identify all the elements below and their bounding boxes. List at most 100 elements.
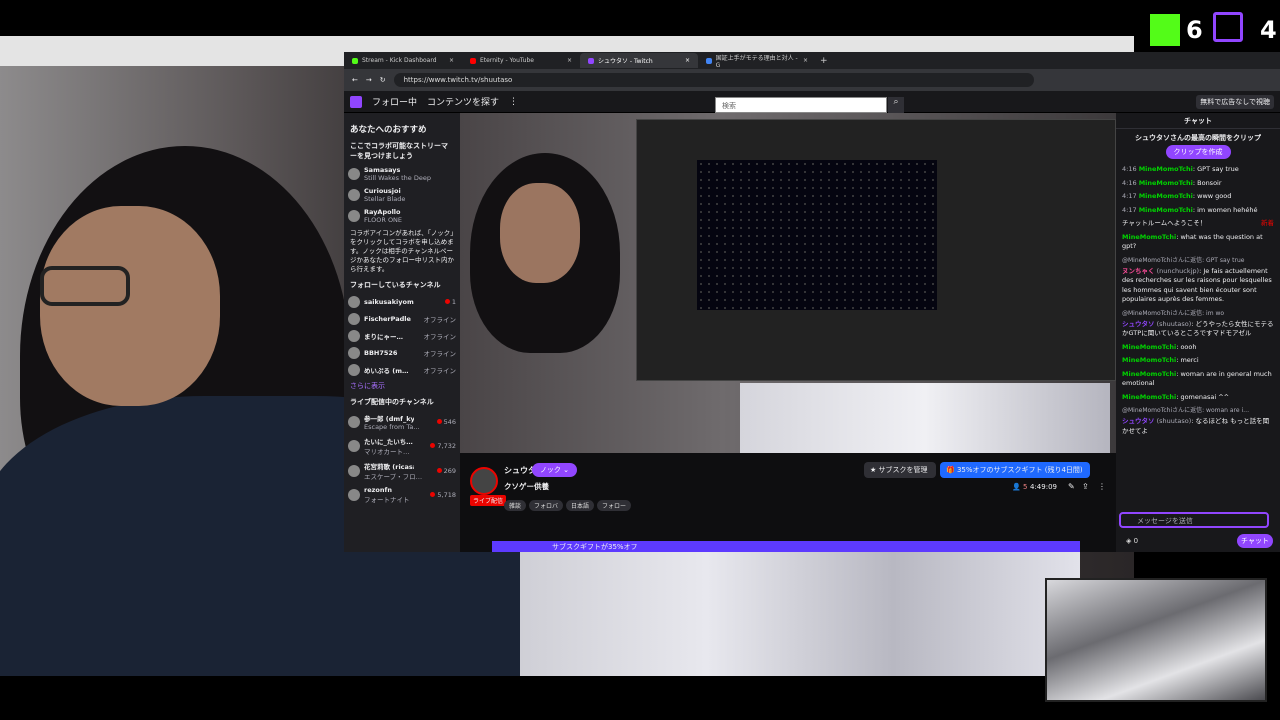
twitch-logo-icon[interactable] bbox=[350, 95, 362, 108]
video-bed bbox=[740, 383, 1110, 453]
sidebar-item-live[interactable]: 花宮莉歌 (ricasa… エスケープ・フロ… 269 bbox=[348, 461, 456, 481]
channel-name: rezonfn bbox=[364, 486, 392, 494]
channel-name: まりにゃー… bbox=[364, 333, 403, 341]
avatar bbox=[348, 210, 360, 222]
nav-browse[interactable]: コンテンツを探す bbox=[427, 95, 499, 108]
username[interactable]: MineMomoTchi bbox=[1139, 179, 1193, 187]
chat-message: 4:17 MineMomoTchi: im women hehéhé bbox=[1116, 204, 1280, 218]
username[interactable]: MineMomoTchi bbox=[1139, 192, 1193, 200]
tab-label: シュウタソ - Twitch bbox=[598, 58, 653, 65]
username[interactable]: MineMomoTchi bbox=[1122, 343, 1176, 351]
chat-message: MineMomoTchi: gomenasai ^^ bbox=[1116, 391, 1280, 405]
tag[interactable]: 雑談 bbox=[504, 500, 527, 511]
username[interactable]: MineMomoTchi bbox=[1122, 356, 1176, 364]
knock-button[interactable]: ノック ⌄ bbox=[532, 463, 577, 477]
reply-context[interactable]: @MineMomoTchiさんに返信: im wo bbox=[1116, 307, 1280, 318]
collab-channel[interactable]: Samasays Still Wakes the Deep bbox=[348, 166, 456, 182]
welcome-message: チャットルームへようこそ！ bbox=[1122, 219, 1207, 227]
close-icon[interactable]: × bbox=[567, 57, 572, 64]
tab-strip: Stream - Kick Dashboard × Eternity - YouT… bbox=[344, 52, 1280, 69]
sidebar-item-live[interactable]: rezonfn フォートナイト 5,718 bbox=[348, 486, 456, 504]
more-icon[interactable]: ⋮ bbox=[509, 97, 518, 107]
viewer-count: 269 bbox=[443, 467, 456, 475]
channel-avatar[interactable] bbox=[470, 467, 498, 495]
username[interactable]: ヌンちゃく bbox=[1122, 267, 1155, 275]
close-icon[interactable]: × bbox=[685, 57, 690, 64]
google-favicon-icon bbox=[706, 57, 712, 64]
username[interactable]: MineMomoTchi bbox=[1139, 165, 1193, 173]
tab-google[interactable]: 国証上手がモテる理由と対人 - G × bbox=[698, 53, 816, 69]
sidebar-item-live[interactable]: たいに_たいち… マリオカート… 7,732 bbox=[348, 436, 456, 456]
chat-send-button[interactable]: チャット bbox=[1237, 534, 1273, 548]
avatar bbox=[348, 168, 360, 180]
collab-channel[interactable]: RayApollo FLOOR ONE bbox=[348, 208, 456, 224]
search-icon[interactable]: ⌕ bbox=[888, 97, 904, 113]
video-player[interactable] bbox=[460, 113, 1116, 453]
close-icon[interactable]: × bbox=[803, 57, 808, 64]
url-input[interactable]: https://www.twitch.tv/shuutaso bbox=[393, 73, 1034, 87]
reload-icon[interactable]: ↻ bbox=[380, 76, 386, 84]
sidebar-item-following[interactable]: まりにゃー… オフライン bbox=[348, 330, 456, 342]
tab-label: Eternity - YouTube bbox=[480, 57, 534, 64]
gift-sub-button[interactable]: 🎁 35%オフのサブスクギフト (残り4日間) bbox=[940, 462, 1090, 478]
create-clip-button[interactable]: クリップを作成 bbox=[1165, 145, 1231, 159]
sidebar-item-following[interactable]: BBH7526 オフライン bbox=[348, 347, 456, 359]
more-icon[interactable]: ⋮ bbox=[1098, 482, 1106, 491]
username[interactable]: シュウタソ bbox=[1122, 417, 1155, 425]
forward-icon[interactable]: → bbox=[366, 76, 372, 84]
username[interactable]: MineMomoTchi bbox=[1139, 206, 1193, 214]
sidebar-item-following[interactable]: FischerPadle オフライン bbox=[348, 313, 456, 325]
nav-following[interactable]: フォロー中 bbox=[372, 95, 417, 108]
new-tab-button[interactable]: + bbox=[820, 56, 828, 66]
chat-message: 4:16 MineMomoTchi: Bonsoir bbox=[1116, 177, 1280, 191]
nested-stream-capture bbox=[636, 119, 1116, 381]
search-input[interactable]: 検索 bbox=[715, 97, 887, 113]
user-handle: (shuutaso) bbox=[1156, 319, 1192, 328]
username[interactable]: MineMomoTchi bbox=[1122, 370, 1176, 378]
stream-title: クソゲー供養 bbox=[504, 482, 549, 491]
tag[interactable]: フォロー bbox=[597, 500, 632, 511]
manage-sub-button[interactable]: ★ サブスクを管理 bbox=[864, 462, 936, 478]
channel-game: マリオカート… bbox=[364, 448, 410, 456]
channel-points[interactable]: ◈ 0 bbox=[1126, 537, 1138, 545]
tab-youtube[interactable]: Eternity - YouTube × bbox=[462, 53, 580, 68]
tag[interactable]: フォロバ bbox=[529, 500, 564, 511]
channel-status: オフライン bbox=[423, 350, 457, 358]
collab-channel[interactable]: Curiousjoi Stellar Blade bbox=[348, 187, 456, 203]
back-icon[interactable]: ← bbox=[352, 76, 358, 84]
streamer-face bbox=[40, 206, 220, 406]
edit-icon[interactable]: ✎ bbox=[1068, 482, 1075, 491]
username[interactable]: シュウタソ bbox=[1122, 320, 1155, 328]
avatar bbox=[348, 347, 360, 359]
username[interactable]: MineMomoTchi bbox=[1122, 233, 1176, 241]
main-content: ライブ配信 シュウタソ ノック ⌄ クソゲー供養 雑談 フォロバ 日本語 フォロー ★… bbox=[460, 113, 1116, 552]
collab-title: ここでコラボ可能なストリーマーを見つけましょう bbox=[350, 142, 448, 160]
username[interactable]: MineMomoTchi bbox=[1122, 393, 1176, 401]
show-more-link[interactable]: さらに表示 bbox=[350, 381, 454, 391]
sidebar-item-live[interactable]: 参一郎 (dmf_ky…Escape from Ta… 546 bbox=[348, 413, 456, 431]
gift-banner[interactable]: サブスクギフトが35%オフ bbox=[492, 541, 1080, 552]
reply-context[interactable]: @MineMomoTchiさんに返信: woman are i… bbox=[1116, 404, 1280, 415]
chat-input[interactable]: メッセージを送信 bbox=[1119, 512, 1269, 528]
youtube-favicon-icon bbox=[470, 57, 476, 64]
tab-twitch[interactable]: シュウタソ - Twitch × bbox=[580, 53, 698, 68]
live-channels-title: ライブ配信中のチャンネル bbox=[350, 398, 434, 406]
kick-favicon-icon bbox=[352, 57, 358, 64]
avatar bbox=[348, 330, 360, 342]
sidebar-item-following[interactable]: めいぷる (m… オフライン bbox=[348, 364, 456, 376]
sidebar-item-following[interactable]: saikusakiyomu 1 bbox=[348, 296, 456, 308]
new-label: 新着 bbox=[1261, 219, 1274, 227]
sidebar: あなたへのおすすめ ここでコラボ可能なストリーマーを見つけましょう Samasa… bbox=[344, 113, 460, 552]
chat-message: 4:16 MineMomoTchi: GPT say true bbox=[1116, 163, 1280, 177]
tab-kick[interactable]: Stream - Kick Dashboard × bbox=[344, 53, 462, 68]
secondary-camera bbox=[1045, 578, 1267, 702]
tag[interactable]: 日本語 bbox=[566, 500, 595, 511]
channel-game: Stellar Blade bbox=[364, 195, 406, 203]
reply-context[interactable]: @MineMomoTchiさんに返信: GPT say true bbox=[1116, 254, 1280, 265]
user-handle: (shuutaso) bbox=[1156, 417, 1192, 425]
close-icon[interactable]: × bbox=[449, 57, 454, 64]
viewer-count: 👤 5 bbox=[1012, 483, 1028, 491]
share-icon[interactable]: ⇪ bbox=[1082, 482, 1089, 491]
channel-game: フォートナイト bbox=[364, 496, 410, 504]
ad-free-button[interactable]: 無料で広告なしで視聴 bbox=[1196, 94, 1274, 109]
